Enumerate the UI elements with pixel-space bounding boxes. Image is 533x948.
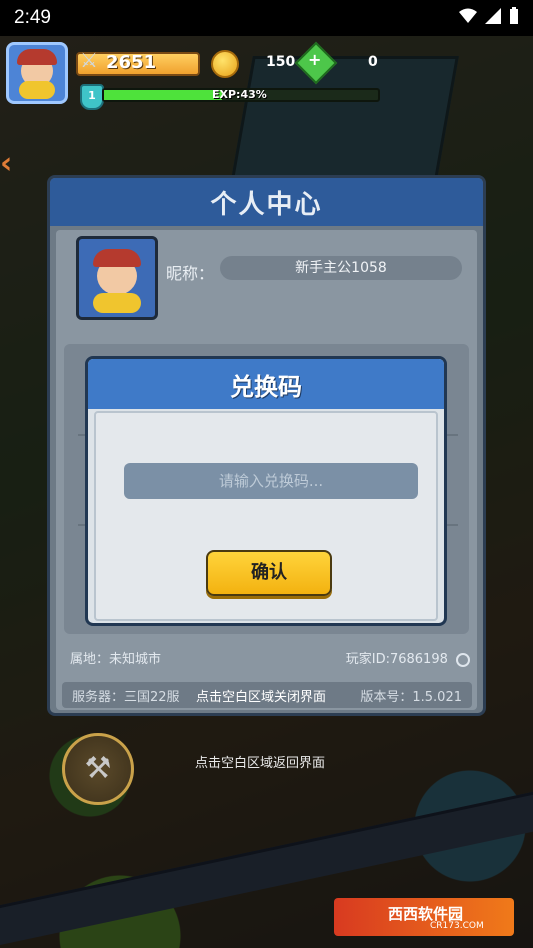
nickname-field[interactable]: 新手主公1058	[220, 256, 462, 280]
close-hint: 点击空白区域关闭界面	[196, 690, 327, 705]
player-id-text: 玩家ID:7686198	[345, 652, 448, 667]
hammer-icon[interactable]: ⚒	[62, 733, 134, 805]
battery-icon	[509, 7, 519, 29]
location-text: 属地：未知城市	[70, 652, 162, 667]
dialog-header: 兑换码	[88, 359, 444, 409]
exp-label: EXP:43%	[212, 88, 267, 101]
signal-icon	[485, 8, 501, 28]
avatar-collar	[19, 81, 55, 99]
coin-value: 150	[266, 54, 296, 70]
coin-icon	[211, 50, 239, 78]
level-shield-icon: 1	[80, 84, 104, 110]
panel-header: 个人中心	[50, 178, 483, 226]
confirm-button[interactable]: 确认	[206, 550, 332, 596]
status-icons	[459, 7, 519, 29]
redeem-code-dialog: 兑换码 确认	[85, 356, 447, 626]
avatar-hat	[17, 49, 57, 65]
status-bar: 2:49	[0, 0, 533, 36]
player-id-wrap: 玩家ID:7686198	[346, 648, 470, 668]
return-hint: 点击空白区域返回界面	[195, 756, 326, 771]
dialog-body: 确认	[94, 411, 438, 621]
hud: ⚔ 2651 150 + 0 1 EXP:43%	[0, 36, 533, 116]
clock: 2:49	[14, 7, 51, 28]
profile-avatar[interactable]	[76, 236, 158, 320]
player-avatar[interactable]	[6, 42, 68, 104]
version-text: 版本号：1.5.021	[360, 689, 462, 705]
plus-icon[interactable]: +	[308, 50, 321, 69]
profile-collar	[93, 293, 141, 313]
copy-icon[interactable]	[456, 652, 470, 667]
nickname-label: 昵称：	[166, 264, 215, 283]
location-id-row: 属地：未知城市 玩家ID:7686198	[70, 648, 470, 668]
redeem-code-input[interactable]	[124, 463, 418, 499]
gem-value: 0	[368, 54, 378, 70]
panel-title: 个人中心	[210, 189, 323, 220]
wifi-icon	[459, 8, 477, 28]
crossed-swords-icon: ⚔	[80, 48, 98, 72]
watermark-url: CR173.COM	[430, 921, 484, 931]
power-value: 2651	[106, 52, 157, 73]
chevron-left-icon[interactable]: ‹	[0, 146, 22, 181]
exp-bar-fill	[104, 90, 222, 100]
dialog-title: 兑换码	[230, 372, 302, 401]
server-text: 服务器：三国22服	[72, 689, 180, 705]
profile-hat	[93, 249, 141, 267]
